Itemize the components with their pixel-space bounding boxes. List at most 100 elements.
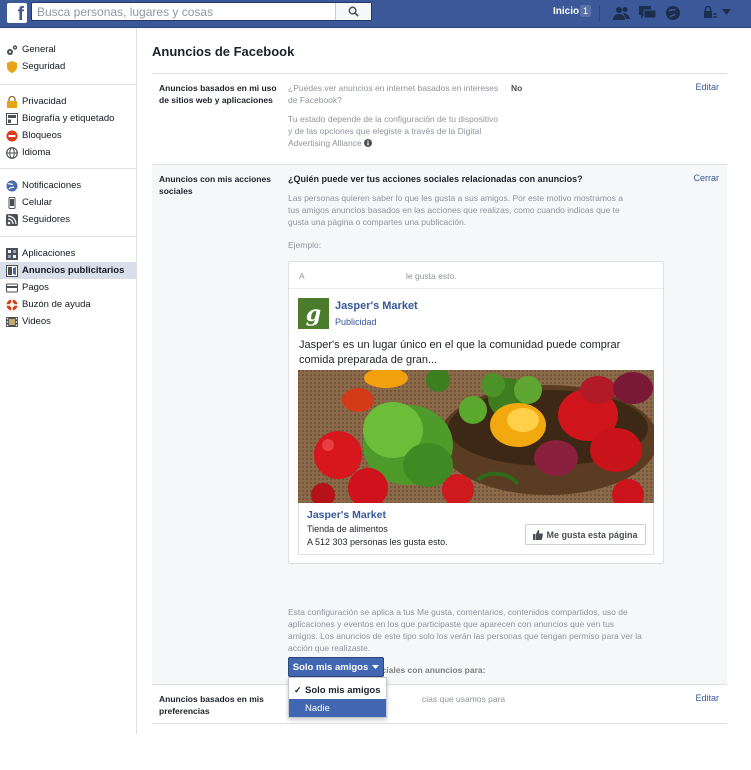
- settings-row-preference-ads: Anuncios basados en mis preferencias cia…: [152, 684, 727, 724]
- shield-icon: [6, 60, 18, 73]
- ad-image-vegetables[interactable]: [298, 370, 654, 503]
- messages-icon[interactable]: [638, 4, 656, 22]
- card-divider: [289, 288, 663, 289]
- dropdown-option-nobody[interactable]: Nadie: [289, 699, 386, 717]
- sidebar-item-label: Idioma: [22, 147, 51, 158]
- sidebar-item-label: Buzón de ayuda: [22, 299, 91, 310]
- sponsored-label: Publicidad: [335, 317, 377, 327]
- ad-text: Jasper's es un lugar único en el que la …: [299, 339, 621, 366]
- sidebar-item-mobile[interactable]: Celular: [6, 194, 136, 211]
- row-label: Anuncios con mis acciones sociales: [159, 174, 271, 196]
- row-question: ¿Quién puede ver tus acciones sociales r…: [288, 174, 583, 184]
- thumbs-up-icon: [533, 529, 544, 540]
- search-button[interactable]: [335, 3, 371, 20]
- ad-page-footer: Jasper's Market Tienda de alimentos A 51…: [298, 503, 654, 555]
- block-icon: [6, 130, 18, 142]
- sidebar-item-label: Videos: [22, 316, 51, 327]
- sidebar-group: Notificaciones Celular Seguidores: [0, 169, 136, 237]
- sidebar-item-label: Aplicaciones: [22, 248, 76, 259]
- edit-button[interactable]: Editar: [695, 693, 719, 703]
- dropdown-option-label: Nadie: [305, 702, 330, 714]
- sidebar-item-label: Privacidad: [22, 96, 67, 107]
- sidebar-item-label: Pagos: [22, 282, 49, 293]
- friend-requests-icon[interactable]: [612, 4, 630, 22]
- dropdown-option-label: Solo mis amigos: [305, 684, 381, 696]
- settings-sidebar: General Seguridad Privacidad Biografía y…: [0, 28, 137, 734]
- notifications-globe-icon[interactable]: [664, 4, 682, 22]
- dropdown-option-friends[interactable]: ✓ Solo mis amigos: [289, 681, 386, 699]
- home-link[interactable]: Inicio: [553, 6, 579, 17]
- privacy-lock-icon: [704, 6, 717, 18]
- sidebar-item-ads[interactable]: Anuncios publicitarios: [0, 262, 136, 279]
- caret-down-icon: [722, 9, 731, 15]
- sidebar-group: Aplicaciones Anuncios publicitarios Pago…: [0, 237, 136, 336]
- gear-icon: [6, 44, 18, 56]
- sidebar-item-label: Seguridad: [22, 61, 66, 72]
- sidebar-item-label: Bloqueos: [22, 130, 62, 141]
- row-description: Las personas quieren saber lo que les gu…: [288, 193, 623, 227]
- edit-button[interactable]: Editar: [695, 82, 719, 92]
- sidebar-item-support-inbox[interactable]: Buzón de ayuda: [6, 296, 136, 313]
- ads-icon: [6, 264, 18, 277]
- example-label: Ejemplo:: [288, 240, 322, 250]
- row-note: Tu estado depende de la configuración de…: [288, 113, 503, 149]
- sidebar-item-label: Notificaciones: [22, 180, 82, 191]
- page-title: Anuncios de Facebook: [152, 44, 295, 59]
- audience-dropdown[interactable]: Solo mis amigos: [288, 657, 384, 677]
- search-box[interactable]: [31, 2, 372, 21]
- page-name-link[interactable]: Jasper's Market: [307, 509, 386, 521]
- account-menu[interactable]: [703, 6, 731, 18]
- film-icon: [6, 316, 18, 328]
- settings-row-web-ads: Anuncios basados en mi uso de sitios web…: [152, 73, 727, 164]
- like-page-label: Me gusta esta página: [546, 529, 638, 540]
- timeline-icon: [6, 112, 18, 125]
- card-icon: [6, 282, 18, 294]
- row-value: No: [511, 83, 523, 93]
- row-question: ¿Puedes ver anuncios en internet basados…: [288, 83, 499, 105]
- page-category: Tienda de alimentos: [307, 524, 388, 534]
- page-likes-count: A 512 303 personas les gusta esto.: [307, 537, 448, 547]
- brand-name-link[interactable]: Jasper's Market: [335, 300, 418, 312]
- home-count-badge: 1: [580, 5, 592, 17]
- sidebar-item-label: General: [22, 44, 56, 55]
- info-icon[interactable]: [364, 139, 373, 147]
- sidebar-item-followers[interactable]: Seguidores: [6, 211, 136, 228]
- sidebar-item-language[interactable]: Idioma: [6, 144, 136, 161]
- sidebar-item-privacy[interactable]: Privacidad: [6, 93, 136, 110]
- sidebar-group: General Seguridad: [0, 28, 136, 85]
- sidebar-item-label: Seguidores: [22, 214, 71, 225]
- social-context-suffix: le gusta esto.: [406, 271, 457, 281]
- lifebuoy-icon: [6, 299, 18, 311]
- sidebar-item-blocking[interactable]: Bloqueos: [6, 127, 136, 144]
- dropdown-selected: Solo mis amigos: [292, 661, 369, 673]
- sidebar-item-label: Anuncios publicitarios: [22, 265, 125, 276]
- sidebar-item-general[interactable]: General: [6, 41, 136, 58]
- sidebar-item-label: Biografía y etiquetado: [22, 113, 115, 124]
- brand-logo-letter: g: [305, 300, 322, 327]
- ad-preview-card: A le gusta esto. g Jasper's Market Publi…: [288, 261, 664, 564]
- checkmark-icon: ✓: [294, 684, 302, 695]
- apps-icon: [6, 247, 18, 260]
- globe-icon: [6, 180, 18, 192]
- sidebar-item-label: Celular: [22, 197, 53, 208]
- like-page-button[interactable]: Me gusta esta página: [525, 524, 646, 545]
- globe-icon: [6, 146, 18, 159]
- brand-logo[interactable]: g: [298, 298, 329, 329]
- sidebar-item-timeline[interactable]: Biografía y etiquetado: [6, 110, 136, 127]
- row-note-text: Tu estado depende de la configuración de…: [288, 114, 498, 148]
- settings-footer-note: Esta configuración se aplica a tus Me gu…: [288, 607, 642, 653]
- sidebar-item-apps[interactable]: Aplicaciones: [6, 245, 136, 262]
- sidebar-item-notifications[interactable]: Notificaciones: [6, 177, 136, 194]
- caret-down-icon: [372, 665, 380, 669]
- sidebar-item-payments[interactable]: Pagos: [6, 279, 136, 296]
- sidebar-item-security[interactable]: Seguridad: [6, 58, 136, 75]
- social-context: A le gusta esto.: [299, 271, 457, 281]
- sidebar-item-videos[interactable]: Videos: [6, 313, 136, 330]
- topbar-divider: [599, 6, 600, 21]
- search-input[interactable]: [32, 3, 332, 20]
- facebook-logo[interactable]: f: [7, 3, 27, 23]
- top-bar: f Inicio 1: [0, 0, 751, 28]
- audience-dropdown-menu: ✓ Solo mis amigos Nadie: [288, 677, 387, 718]
- close-button[interactable]: Cerrar: [693, 173, 719, 183]
- row-label: Anuncios basados en mis preferencias: [159, 694, 264, 716]
